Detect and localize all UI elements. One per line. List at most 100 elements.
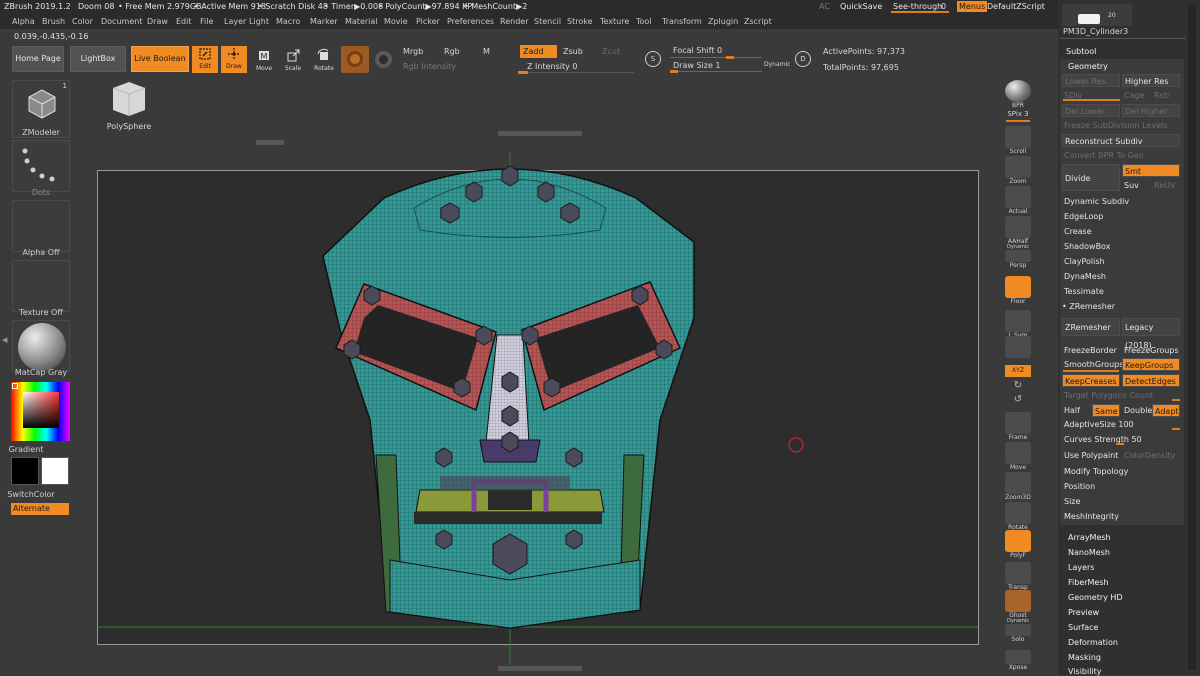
lock-button[interactable] (1004, 336, 1032, 358)
reconstruct-subdiv-button[interactable]: Reconstruct Subdiv (1062, 134, 1180, 147)
double-toggle[interactable]: Double (1122, 404, 1152, 417)
menu-light[interactable]: Light (249, 17, 269, 26)
deformation-header[interactable]: Deformation (1068, 638, 1118, 647)
mesh-integrity-item[interactable]: MeshIntegrity (1062, 510, 1182, 523)
color-density-slider[interactable]: ColorDensity (1122, 449, 1180, 462)
zoom3d-button[interactable]: Zoom3D (1004, 472, 1032, 501)
draw-size-thumb[interactable] (670, 70, 678, 73)
rotate-y-icon[interactable]: ↻ (1004, 380, 1032, 391)
scroll-button[interactable]: Scroll (1004, 126, 1032, 155)
texture-slot[interactable] (12, 260, 70, 312)
edit-button[interactable]: Edit (192, 46, 218, 73)
rstr-button[interactable]: Rstr (1152, 89, 1180, 102)
freeze-groups-toggle[interactable]: FreezeGroups (1122, 344, 1180, 357)
bpr-button[interactable]: BPR (1004, 80, 1032, 109)
see-through-slider[interactable] (891, 11, 949, 13)
material-swatch[interactable] (341, 46, 369, 73)
aahalf-button[interactable]: AAHalf (1004, 216, 1032, 245)
detect-edges-toggle[interactable]: DetectEdges (1122, 374, 1180, 387)
left-tray-arrow-icon[interactable]: ◀ (2, 336, 8, 346)
menu-tool[interactable]: Tool (636, 17, 652, 26)
menu-movie[interactable]: Movie (384, 17, 408, 26)
keep-creases-toggle[interactable]: KeepCreases (1062, 374, 1120, 387)
actual-button[interactable]: Actual (1004, 186, 1032, 215)
position-item[interactable]: Position (1062, 480, 1182, 493)
menu-transform[interactable]: Transform (662, 17, 702, 26)
top-tray-handle[interactable] (498, 131, 582, 136)
rotate-view-button[interactable]: Rotate (1004, 502, 1032, 531)
switch-color-button[interactable]: SwitchColor (0, 490, 63, 499)
rgb-intensity-slider[interactable]: Rgb Intensity (403, 62, 456, 71)
menu-stroke[interactable]: Stroke (567, 17, 593, 26)
default-zscript[interactable]: DefaultZScript (987, 2, 1045, 11)
main-color-swatch[interactable] (11, 457, 39, 485)
z-intensity-slider[interactable]: Z Intensity 0 (527, 62, 577, 71)
menus-button[interactable]: Menus (957, 1, 988, 12)
target-polygons-thumb[interactable] (1172, 399, 1180, 401)
geometry-hd-header[interactable]: Geometry HD (1068, 593, 1123, 602)
menu-material[interactable]: Material (345, 17, 378, 26)
zremesher-button[interactable]: ZRemesher (1062, 318, 1120, 336)
masking-header[interactable]: Masking (1068, 653, 1101, 662)
sculptris-pro-icon[interactable] (375, 51, 392, 68)
panel-scrollbar[interactable] (1188, 4, 1196, 670)
layers-header[interactable]: Layers (1068, 563, 1094, 572)
quicksave-button[interactable]: QuickSave (840, 2, 882, 11)
transp-button[interactable]: Transp (1004, 562, 1032, 591)
cage-button[interactable]: Cage (1122, 89, 1150, 102)
smt-toggle[interactable]: Smt (1122, 164, 1180, 177)
del-lower-button[interactable]: Del Lower (1062, 104, 1120, 117)
menu-file[interactable]: File (200, 17, 213, 26)
menu-marker[interactable]: Marker (310, 17, 338, 26)
live-boolean-button[interactable]: Live Boolean (131, 46, 189, 72)
menu-document[interactable]: Document (101, 17, 142, 26)
modify-topology-item[interactable]: Modify Topology (1062, 465, 1182, 478)
secondary-color-swatch[interactable] (41, 457, 69, 485)
target-polygons-slider[interactable]: Target Polygons Count (1062, 389, 1182, 402)
zsub-button[interactable]: Zsub (563, 47, 583, 56)
surface-header[interactable]: Surface (1068, 623, 1098, 632)
m-button[interactable]: M (483, 47, 490, 56)
menu-macro[interactable]: Macro (276, 17, 300, 26)
lightbox-button[interactable]: LightBox (70, 46, 126, 72)
menu-edit[interactable]: Edit (176, 17, 192, 26)
menu-alpha[interactable]: Alpha (12, 17, 35, 26)
ghost-button[interactable]: Ghost (1004, 590, 1032, 619)
rotate-z-icon[interactable]: ↺ (1004, 394, 1032, 405)
keep-groups-toggle[interactable]: KeepGroups (1122, 358, 1180, 371)
solo-button[interactable]: Dynamic Solo (1004, 618, 1032, 643)
move-view-button[interactable]: Move (1004, 442, 1032, 471)
edgeloop-item[interactable]: EdgeLoop (1062, 210, 1182, 223)
claypolish-item[interactable]: ClayPolish (1062, 255, 1182, 268)
menu-zplugin[interactable]: Zplugin (708, 17, 738, 26)
ac-label[interactable]: AC (819, 2, 830, 11)
higher-res-button[interactable]: Higher Res (1122, 74, 1180, 87)
gradient-label[interactable]: Gradient (0, 445, 58, 454)
menu-zscript[interactable]: Zscript (744, 17, 772, 26)
frame-button[interactable]: Frame (1004, 412, 1032, 441)
material-slot[interactable] (12, 320, 70, 372)
mrgb-button[interactable]: Mrgb (403, 47, 423, 56)
menu-picker[interactable]: Picker (416, 17, 440, 26)
polysphere-thumbnail[interactable]: PolySphere (99, 80, 159, 136)
size-item[interactable]: Size (1062, 495, 1182, 508)
half-toggle[interactable]: Half (1062, 404, 1090, 417)
persp-button[interactable]: Dynamic Persp (1004, 244, 1032, 269)
menu-texture[interactable]: Texture (600, 17, 629, 26)
menu-color[interactable]: Color (72, 17, 93, 26)
zremesher-header[interactable]: • ZRemesher (1060, 300, 1180, 313)
menu-render[interactable]: Render (500, 17, 528, 26)
shadowbox-item[interactable]: ShadowBox (1062, 240, 1182, 253)
color-picker[interactable] (11, 382, 70, 441)
tessimate-item[interactable]: Tessimate (1062, 285, 1182, 298)
geometry-header[interactable]: Geometry (1068, 62, 1108, 71)
rgb-button[interactable]: Rgb (444, 47, 460, 56)
adapt-toggle[interactable]: Adapt (1152, 404, 1180, 417)
lsym-button[interactable]: L.Sym (1004, 310, 1032, 339)
zcut-button[interactable]: Zcut (602, 47, 620, 56)
legacy-button[interactable]: Legacy (2018) (1122, 318, 1180, 350)
same-toggle[interactable]: Same (1092, 404, 1120, 417)
menu-preferences[interactable]: Preferences (447, 17, 494, 26)
use-polypaint-toggle[interactable]: Use Polypaint (1062, 449, 1120, 462)
menu-draw[interactable]: Draw (147, 17, 168, 26)
